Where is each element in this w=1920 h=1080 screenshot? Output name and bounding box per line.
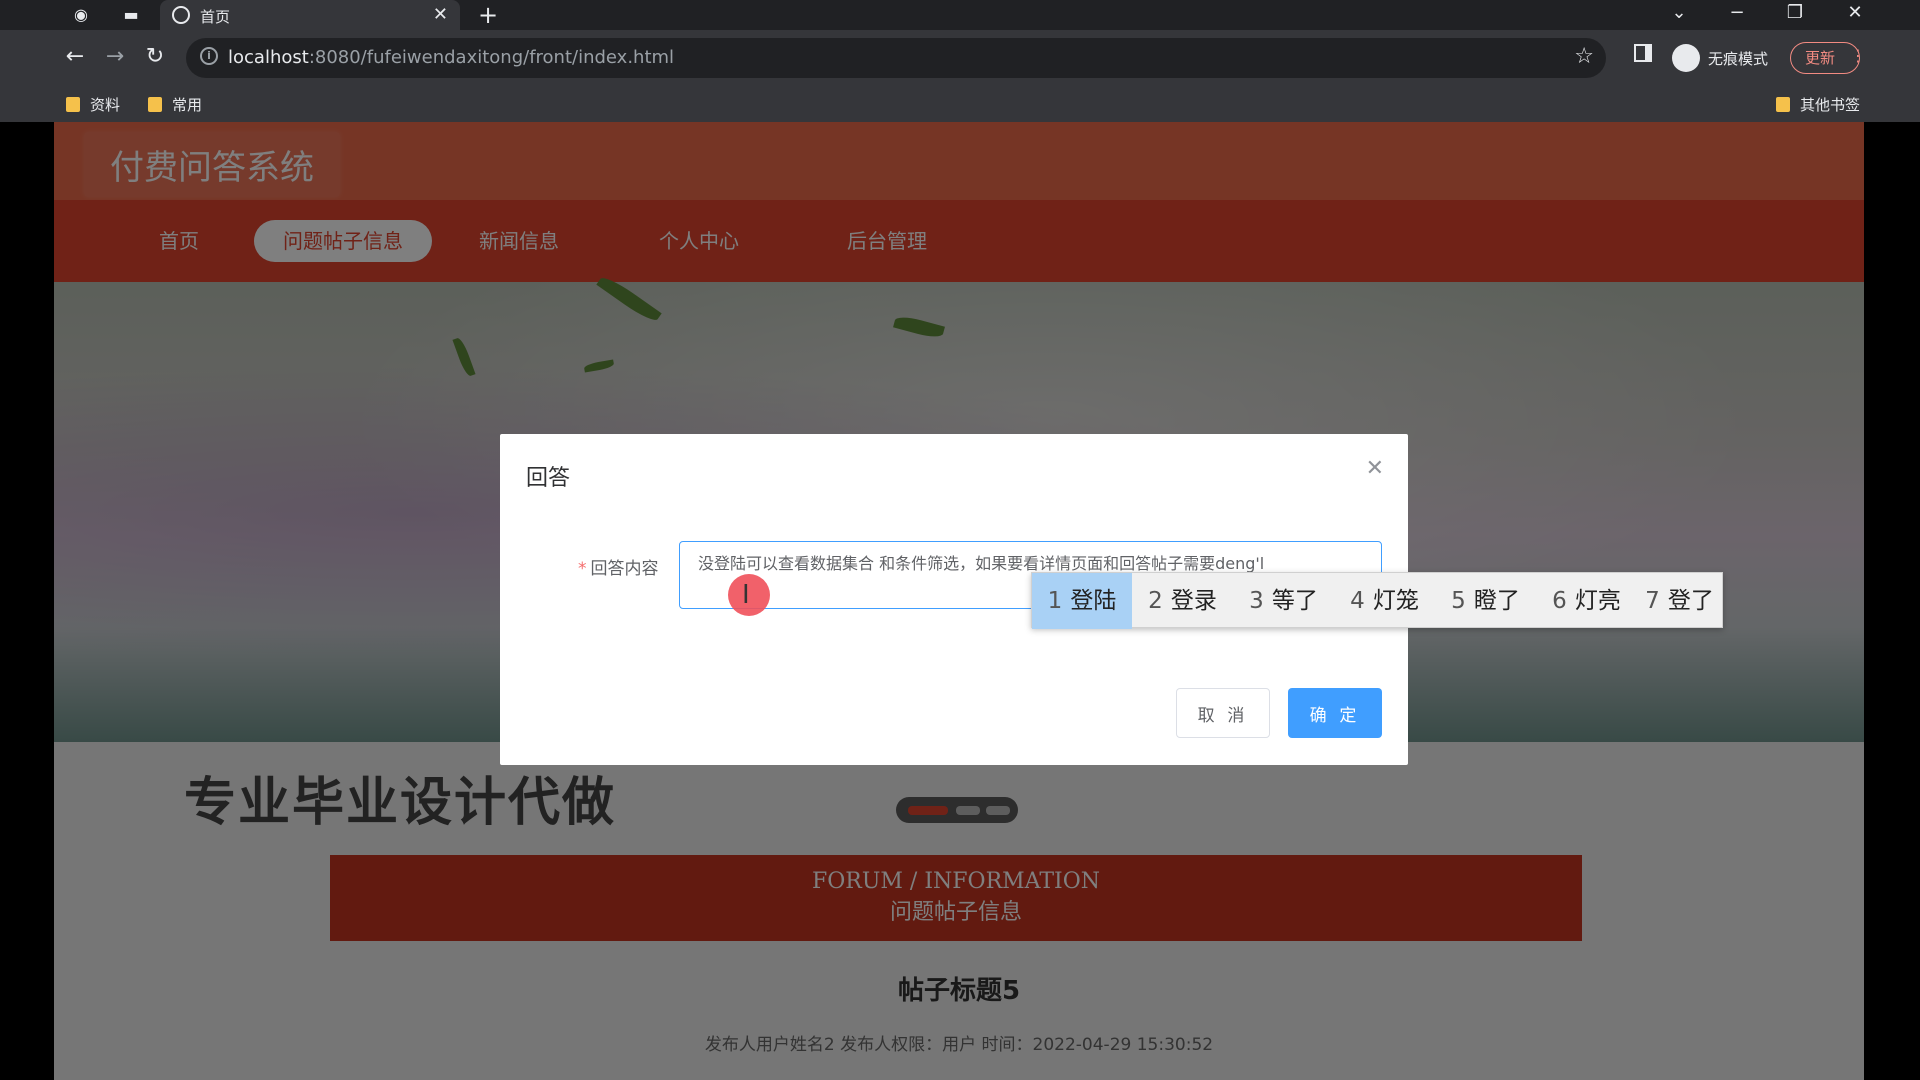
cancel-button[interactable]: 取 消 [1176, 688, 1270, 738]
url-text[interactable]: localhost:8080/fufeiwendaxitong/front/in… [228, 47, 674, 68]
ime-candidate-bar: 1 登陆 2 登录 3 等了 4 灯笼 5 瞪了 6 灯亮 7 登了 [1031, 572, 1723, 629]
candidate-number: 4 [1350, 588, 1365, 614]
bookmark-label: 其他书签 [1800, 96, 1861, 114]
bookmark-star-icon[interactable]: ☆ [1574, 44, 1594, 69]
candidate-text: 瞪了 [1473, 588, 1520, 614]
screen: ◉ ▬ 首页 ✕ + ⌄ − ❐ ✕ ← → ↻ i localhost:808… [0, 0, 1920, 1080]
candidate-text: 登了 [1667, 588, 1714, 614]
answer-field-label: * 回答内容 [578, 554, 659, 579]
incognito-label: 无痕模式 [1708, 50, 1769, 68]
folder-icon [1776, 97, 1790, 112]
ime-candidate[interactable]: 3 等了 [1233, 573, 1334, 629]
incognito-indicator[interactable]: 无痕模式 [1672, 40, 1790, 76]
candidate-text: 登陆 [1070, 588, 1117, 614]
tab-list-chevron-icon[interactable]: ⌄ [1664, 2, 1694, 23]
back-arrow-icon[interactable]: ← [60, 44, 90, 69]
candidate-number: 1 [1047, 588, 1063, 614]
letterbox-left [0, 122, 54, 1080]
ime-candidate[interactable]: 1 登陆 [1032, 573, 1132, 629]
candidate-text: 灯亮 [1574, 588, 1621, 614]
candidate-text: 等了 [1271, 588, 1318, 614]
reload-icon[interactable]: ↻ [140, 44, 170, 69]
ime-candidate[interactable]: 6 灯亮 [1536, 573, 1637, 629]
bookmark-label: 常用 [172, 96, 203, 114]
folder-icon [148, 97, 162, 112]
browser-menu-icon[interactable]: ◉ [70, 4, 92, 26]
restore-icon[interactable]: ❐ [1780, 2, 1810, 23]
minimize-icon[interactable]: − [1722, 2, 1752, 23]
answer-field-label-text: 回答内容 [590, 559, 659, 579]
candidate-number: 6 [1552, 588, 1567, 614]
tab-search-icon[interactable]: ▬ [120, 4, 142, 26]
ime-candidate[interactable]: 5 瞪了 [1435, 573, 1536, 629]
url-host: localhost [228, 47, 309, 68]
close-window-icon[interactable]: ✕ [1840, 2, 1870, 23]
ime-candidate[interactable]: 4 灯笼 [1334, 573, 1435, 629]
more-menu-icon[interactable]: ⋮ [1850, 46, 1866, 65]
bookmark-label: 资料 [90, 96, 121, 114]
confirm-button[interactable]: 确 定 [1288, 688, 1382, 738]
tab-title: 首页 [200, 8, 231, 26]
bookmark-folder-1[interactable]: 资料 [66, 94, 120, 115]
folder-icon [66, 97, 80, 112]
ime-candidate[interactable]: 2 登录 [1132, 573, 1233, 629]
other-bookmarks-folder[interactable]: 其他书签 [1776, 94, 1860, 115]
ime-candidate[interactable]: 7 登了 [1637, 573, 1722, 629]
browser-tab-bar: ◉ ▬ 首页 ✕ + ⌄ − ❐ ✕ [0, 0, 1920, 30]
close-icon[interactable]: ✕ [1366, 456, 1384, 481]
close-tab-icon[interactable]: ✕ [433, 4, 448, 25]
candidate-number: 5 [1451, 588, 1466, 614]
incognito-icon [1672, 44, 1700, 72]
address-bar[interactable]: i localhost:8080/fufeiwendaxitong/front/… [186, 38, 1606, 78]
url-path: :8080/fufeiwendaxitong/front/index.html [308, 47, 675, 68]
candidate-text: 登录 [1170, 588, 1217, 614]
candidate-text: 灯笼 [1372, 588, 1419, 614]
side-panel-icon[interactable] [1634, 44, 1652, 62]
info-icon[interactable]: i [200, 47, 218, 65]
browser-toolbar: ← → ↻ i localhost:8080/fufeiwendaxitong/… [0, 30, 1920, 86]
dialog-title: 回答 [526, 466, 571, 491]
bookmark-folder-2[interactable]: 常用 [148, 94, 202, 115]
candidate-number: 3 [1249, 588, 1264, 614]
globe-icon [172, 6, 190, 24]
browser-tab-active[interactable]: 首页 ✕ [160, 0, 460, 30]
required-asterisk: * [578, 559, 587, 579]
candidate-number: 2 [1148, 588, 1163, 614]
watermark-text: 专业毕业设计代做 [184, 773, 617, 833]
bookmarks-bar: 资料 常用 其他书签 [0, 86, 1920, 122]
candidate-number: 7 [1645, 588, 1660, 614]
new-tab-icon[interactable]: + [478, 1, 498, 29]
forward-arrow-icon[interactable]: → [100, 44, 130, 69]
letterbox-right [1864, 122, 1920, 1080]
text-cursor-icon: I [742, 580, 750, 610]
